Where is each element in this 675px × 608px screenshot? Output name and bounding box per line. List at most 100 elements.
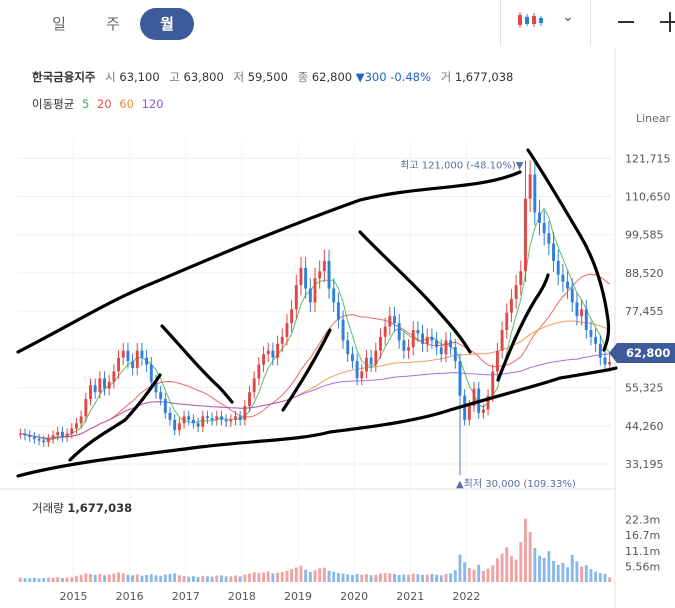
price-chart[interactable]: 121,715110,65099,58588,52077,45566,39055…	[0, 0, 675, 608]
volume-bar	[379, 573, 382, 582]
candle-body	[75, 423, 78, 429]
volume-tick-label: 5.56m	[625, 560, 660, 573]
volume-bar	[131, 575, 135, 582]
volume-bar	[608, 577, 612, 582]
volume-bar	[84, 573, 88, 582]
candle-body	[350, 354, 354, 362]
volume-bar	[70, 576, 74, 582]
volume-bar	[318, 568, 322, 582]
volume-bar	[336, 573, 340, 582]
volume-bar	[397, 575, 401, 582]
candle-body	[46, 438, 50, 443]
candle-body	[341, 319, 345, 341]
volume-bar	[514, 559, 518, 582]
volume-bar	[411, 573, 415, 582]
volume-bar	[117, 572, 121, 582]
x-tick-label: 2016	[116, 590, 144, 603]
candle-body	[117, 357, 121, 372]
volume-bar	[187, 576, 191, 582]
candle-body	[364, 357, 368, 372]
volume-bar	[229, 576, 233, 582]
volume-bar	[486, 568, 490, 582]
volume-bar	[350, 575, 354, 582]
volume-bar	[575, 561, 579, 582]
volume-bar	[266, 571, 270, 582]
candle-body	[89, 385, 92, 400]
volume-bar	[299, 565, 303, 582]
candle-body	[346, 340, 350, 355]
volume-bar	[322, 567, 326, 582]
volume-bar	[168, 573, 172, 582]
volume-bar	[103, 575, 106, 582]
candle-body	[37, 438, 41, 441]
volume-bar	[18, 577, 22, 582]
candle-body	[257, 364, 261, 379]
candle-body	[196, 423, 200, 427]
candle-body	[388, 316, 392, 327]
candle-body	[519, 271, 523, 286]
candle-body	[234, 416, 237, 420]
volume-bar	[500, 553, 504, 582]
annotation-stroke	[526, 148, 611, 352]
candle-body	[107, 381, 111, 389]
volume-bar	[121, 573, 125, 582]
candle-body	[140, 350, 144, 358]
volume-bar	[509, 556, 513, 582]
candle-body	[18, 433, 22, 435]
candle-body	[439, 347, 443, 355]
volume-bar	[154, 575, 158, 582]
volume-bar	[280, 571, 284, 582]
volume-bar	[407, 574, 410, 582]
volume-bar	[65, 577, 69, 582]
candle-body	[430, 336, 434, 341]
volume-bar	[552, 561, 555, 582]
volume-bar	[201, 575, 205, 582]
volume-bar	[430, 573, 434, 582]
volume-bar	[524, 518, 527, 582]
candle-body	[205, 416, 209, 419]
volume-bar	[308, 571, 312, 582]
candle-body	[336, 302, 340, 320]
volume-bar	[51, 577, 55, 582]
candle-body	[449, 340, 453, 348]
annotation-stroke	[16, 366, 618, 478]
volume-bar	[388, 573, 392, 582]
volume-bar	[556, 564, 560, 582]
candle-body	[173, 419, 177, 431]
x-tick-label: 2019	[284, 590, 312, 603]
candle-body	[355, 361, 359, 379]
candle-body	[60, 431, 64, 438]
candle-body	[514, 285, 518, 299]
candle-body	[238, 416, 242, 420]
volume-bar	[603, 573, 607, 582]
volume-bar	[393, 573, 396, 582]
volume-bar	[416, 574, 420, 582]
volume-bar	[444, 574, 448, 582]
candle-body	[556, 260, 560, 275]
candle-body	[65, 433, 69, 438]
annotation-stroke	[358, 230, 472, 354]
volume-bar	[472, 569, 476, 582]
volume-bar	[98, 573, 102, 582]
volume-bar	[528, 531, 532, 582]
volume-bar	[439, 575, 443, 582]
candle-body	[467, 406, 471, 420]
candle-body	[187, 416, 191, 420]
candle-body	[280, 336, 284, 344]
candle-body	[32, 437, 36, 439]
candle-body	[547, 233, 551, 244]
candle-body	[201, 416, 205, 427]
candle-body	[308, 288, 312, 303]
candle-body	[481, 409, 485, 413]
candle-body	[313, 278, 317, 303]
candle-body	[135, 350, 139, 368]
volume-bar	[173, 573, 177, 582]
candle-body	[126, 350, 130, 362]
volume-bar	[346, 574, 350, 582]
volume-bar	[481, 570, 485, 582]
volume-bar	[23, 578, 27, 582]
volume-bar	[374, 574, 378, 582]
volume-bar	[112, 573, 116, 582]
candle-body	[299, 267, 303, 286]
candle-body	[145, 357, 149, 365]
